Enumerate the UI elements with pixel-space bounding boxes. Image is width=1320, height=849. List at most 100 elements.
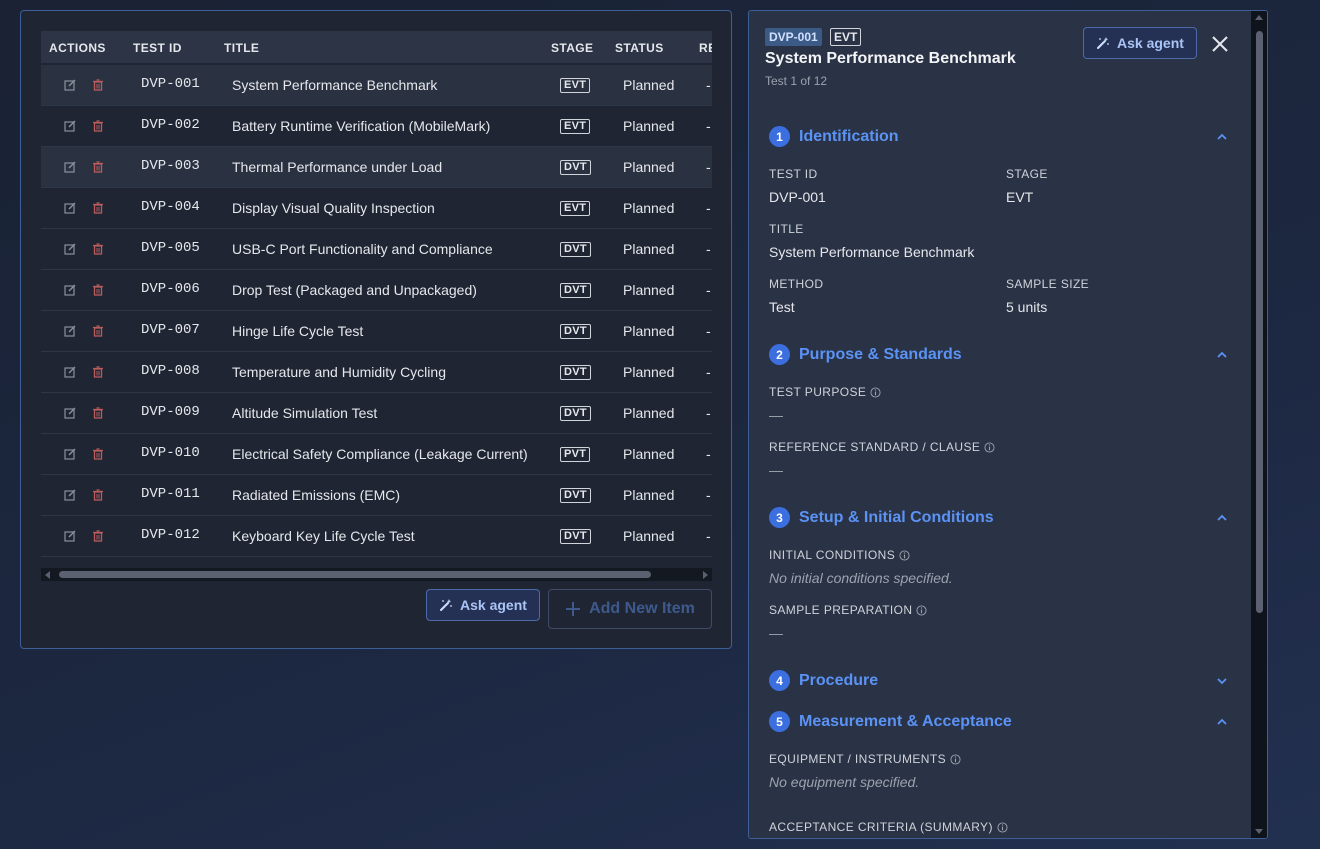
col-header-test-id[interactable]: TEST ID [133,41,182,55]
trash-icon[interactable] [91,283,105,297]
edit-icon[interactable] [63,406,77,420]
table-row[interactable]: DVP-007 Hinge Life Cycle Test DVT Planned - [41,311,712,352]
cell-status: Planned [623,241,675,257]
edit-icon[interactable] [63,488,77,502]
col-header-title[interactable]: TITLE [224,41,259,55]
chevron-up-icon[interactable] [1215,511,1229,525]
cell-test-id: DVP-010 [141,445,200,461]
edit-icon[interactable] [63,365,77,379]
table-row[interactable]: DVP-001 System Performance Benchmark EVT Pl… [41,65,712,106]
col-header-actions[interactable]: ACTIONS [49,41,106,55]
trash-icon[interactable] [91,201,105,215]
table-row[interactable]: DVP-004 Display Visual Quality Inspection… [41,188,712,229]
test-detail-panel: DVP-001 EVT System Performance Benchmark… [748,10,1268,839]
edit-icon[interactable] [63,201,77,215]
trash-icon[interactable] [91,447,105,461]
section-label: Purpose & Standards [799,345,962,363]
method-value: Test [769,299,795,315]
trash-icon[interactable] [91,488,105,502]
detail-ask-agent-button[interactable]: Ask agent [1083,27,1197,59]
cell-status: Planned [623,77,675,93]
cell-title: Display Visual Quality Inspection [232,200,435,216]
trash-icon[interactable] [91,406,105,420]
trash-icon[interactable] [91,78,105,92]
chevron-down-icon[interactable] [1215,674,1229,688]
reference-standard-label: REFERENCE STANDARD / CLAUSE [769,440,995,454]
edit-icon[interactable] [63,160,77,174]
trash-icon[interactable] [91,529,105,543]
trash-icon[interactable] [91,324,105,338]
col-header-stage[interactable]: STAGE [551,41,593,55]
info-circle-icon[interactable] [899,549,910,561]
cell-stage-badge: EVT [560,201,591,216]
scroll-up-arrow-icon[interactable] [1255,15,1263,20]
section-procedure-header[interactable]: 4 Procedure [769,670,878,691]
scrollbar-thumb[interactable] [59,571,651,578]
info-circle-icon[interactable] [916,604,928,616]
table-row[interactable]: DVP-005 USB-C Port Functionality and Comp… [41,229,712,270]
section-purpose-header[interactable]: 2 Purpose & Standards [769,344,962,365]
table-row[interactable]: DVP-003 Thermal Performance under Load DVT… [41,147,712,188]
section-measurement-header[interactable]: 5 Measurement & Acceptance [769,711,1012,732]
cell-test-id: DVP-006 [141,281,200,297]
add-new-item-button[interactable]: Add New Item [548,589,712,629]
cell-truncated: - [706,364,711,380]
scroll-left-arrow-icon[interactable] [45,571,50,579]
col-header-status[interactable]: STATUS [615,41,664,55]
table-row[interactable]: DVP-002 Battery Runtime Verification (Mob… [41,106,712,147]
info-circle-icon[interactable] [997,821,1008,833]
close-icon[interactable] [1210,34,1230,54]
edit-icon[interactable] [63,78,77,92]
trash-icon[interactable] [91,365,105,379]
equipment-label: EQUIPMENT / INSTRUMENTS [769,752,961,766]
edit-icon[interactable] [63,119,77,133]
cell-stage-badge: DVT [560,242,591,257]
info-circle-icon[interactable] [950,753,961,765]
title-label: TITLE [769,222,804,236]
horizontal-scrollbar[interactable] [41,568,712,581]
cell-stage-badge: DVT [560,488,591,503]
table-row[interactable]: DVP-012 Keyboard Key Life Cycle Test DVT Pl… [41,516,712,557]
cell-test-id: DVP-003 [141,158,200,174]
cell-stage-badge: DVT [560,283,591,298]
table-row[interactable]: DVP-006 Drop Test (Packaged and Unpackage… [41,270,712,311]
section-identification-header[interactable]: 1 Identification [769,126,899,147]
edit-icon[interactable] [63,529,77,543]
chevron-up-icon[interactable] [1215,348,1229,362]
table-row[interactable]: DVP-008 Temperature and Humidity Cycling D… [41,352,712,393]
scroll-right-arrow-icon[interactable] [703,571,708,579]
chevron-up-icon[interactable] [1215,130,1229,144]
section-setup-header[interactable]: 3 Setup & Initial Conditions [769,507,994,528]
cell-truncated: - [706,405,711,421]
acceptance-criteria-label: ACCEPTANCE CRITERIA (SUMMARY) [769,820,1008,834]
col-header-remaining[interactable]: RE [699,41,712,55]
ask-agent-button[interactable]: Ask agent [426,589,540,621]
scrollbar-thumb[interactable] [1256,31,1263,613]
edit-icon[interactable] [63,324,77,338]
section-number: 3 [769,507,790,528]
info-circle-icon[interactable] [984,441,995,453]
edit-icon[interactable] [63,283,77,297]
info-circle-icon[interactable] [870,386,881,398]
scroll-down-arrow-icon[interactable] [1255,829,1263,834]
table-row[interactable]: DVP-009 Altitude Simulation Test DVT Planne… [41,393,712,434]
edit-icon[interactable] [63,242,77,256]
cell-title: Thermal Performance under Load [232,159,443,175]
table-row[interactable]: DVP-011 Radiated Emissions (EMC) DVT Planne… [41,475,712,516]
cell-stage-badge: DVT [560,529,591,544]
test-purpose-label-text: TEST PURPOSE [769,385,867,399]
cell-truncated: - [706,282,711,298]
trash-icon[interactable] [91,119,105,133]
cell-test-id: DVP-001 [141,76,200,92]
cell-test-id: DVP-002 [141,117,200,133]
trash-icon[interactable] [91,242,105,256]
chevron-up-icon[interactable] [1215,715,1229,729]
test-table: ACTIONS TEST ID TITLE STAGE STATUS RE DV… [41,31,712,581]
cell-truncated: - [706,487,711,503]
table-row[interactable]: DVP-010 Electrical Safety Compliance (Lea… [41,434,712,475]
edit-icon[interactable] [63,447,77,461]
cell-status: Planned [623,405,675,421]
section-number: 1 [769,126,790,147]
trash-icon[interactable] [91,160,105,174]
vertical-scrollbar[interactable] [1251,11,1267,838]
